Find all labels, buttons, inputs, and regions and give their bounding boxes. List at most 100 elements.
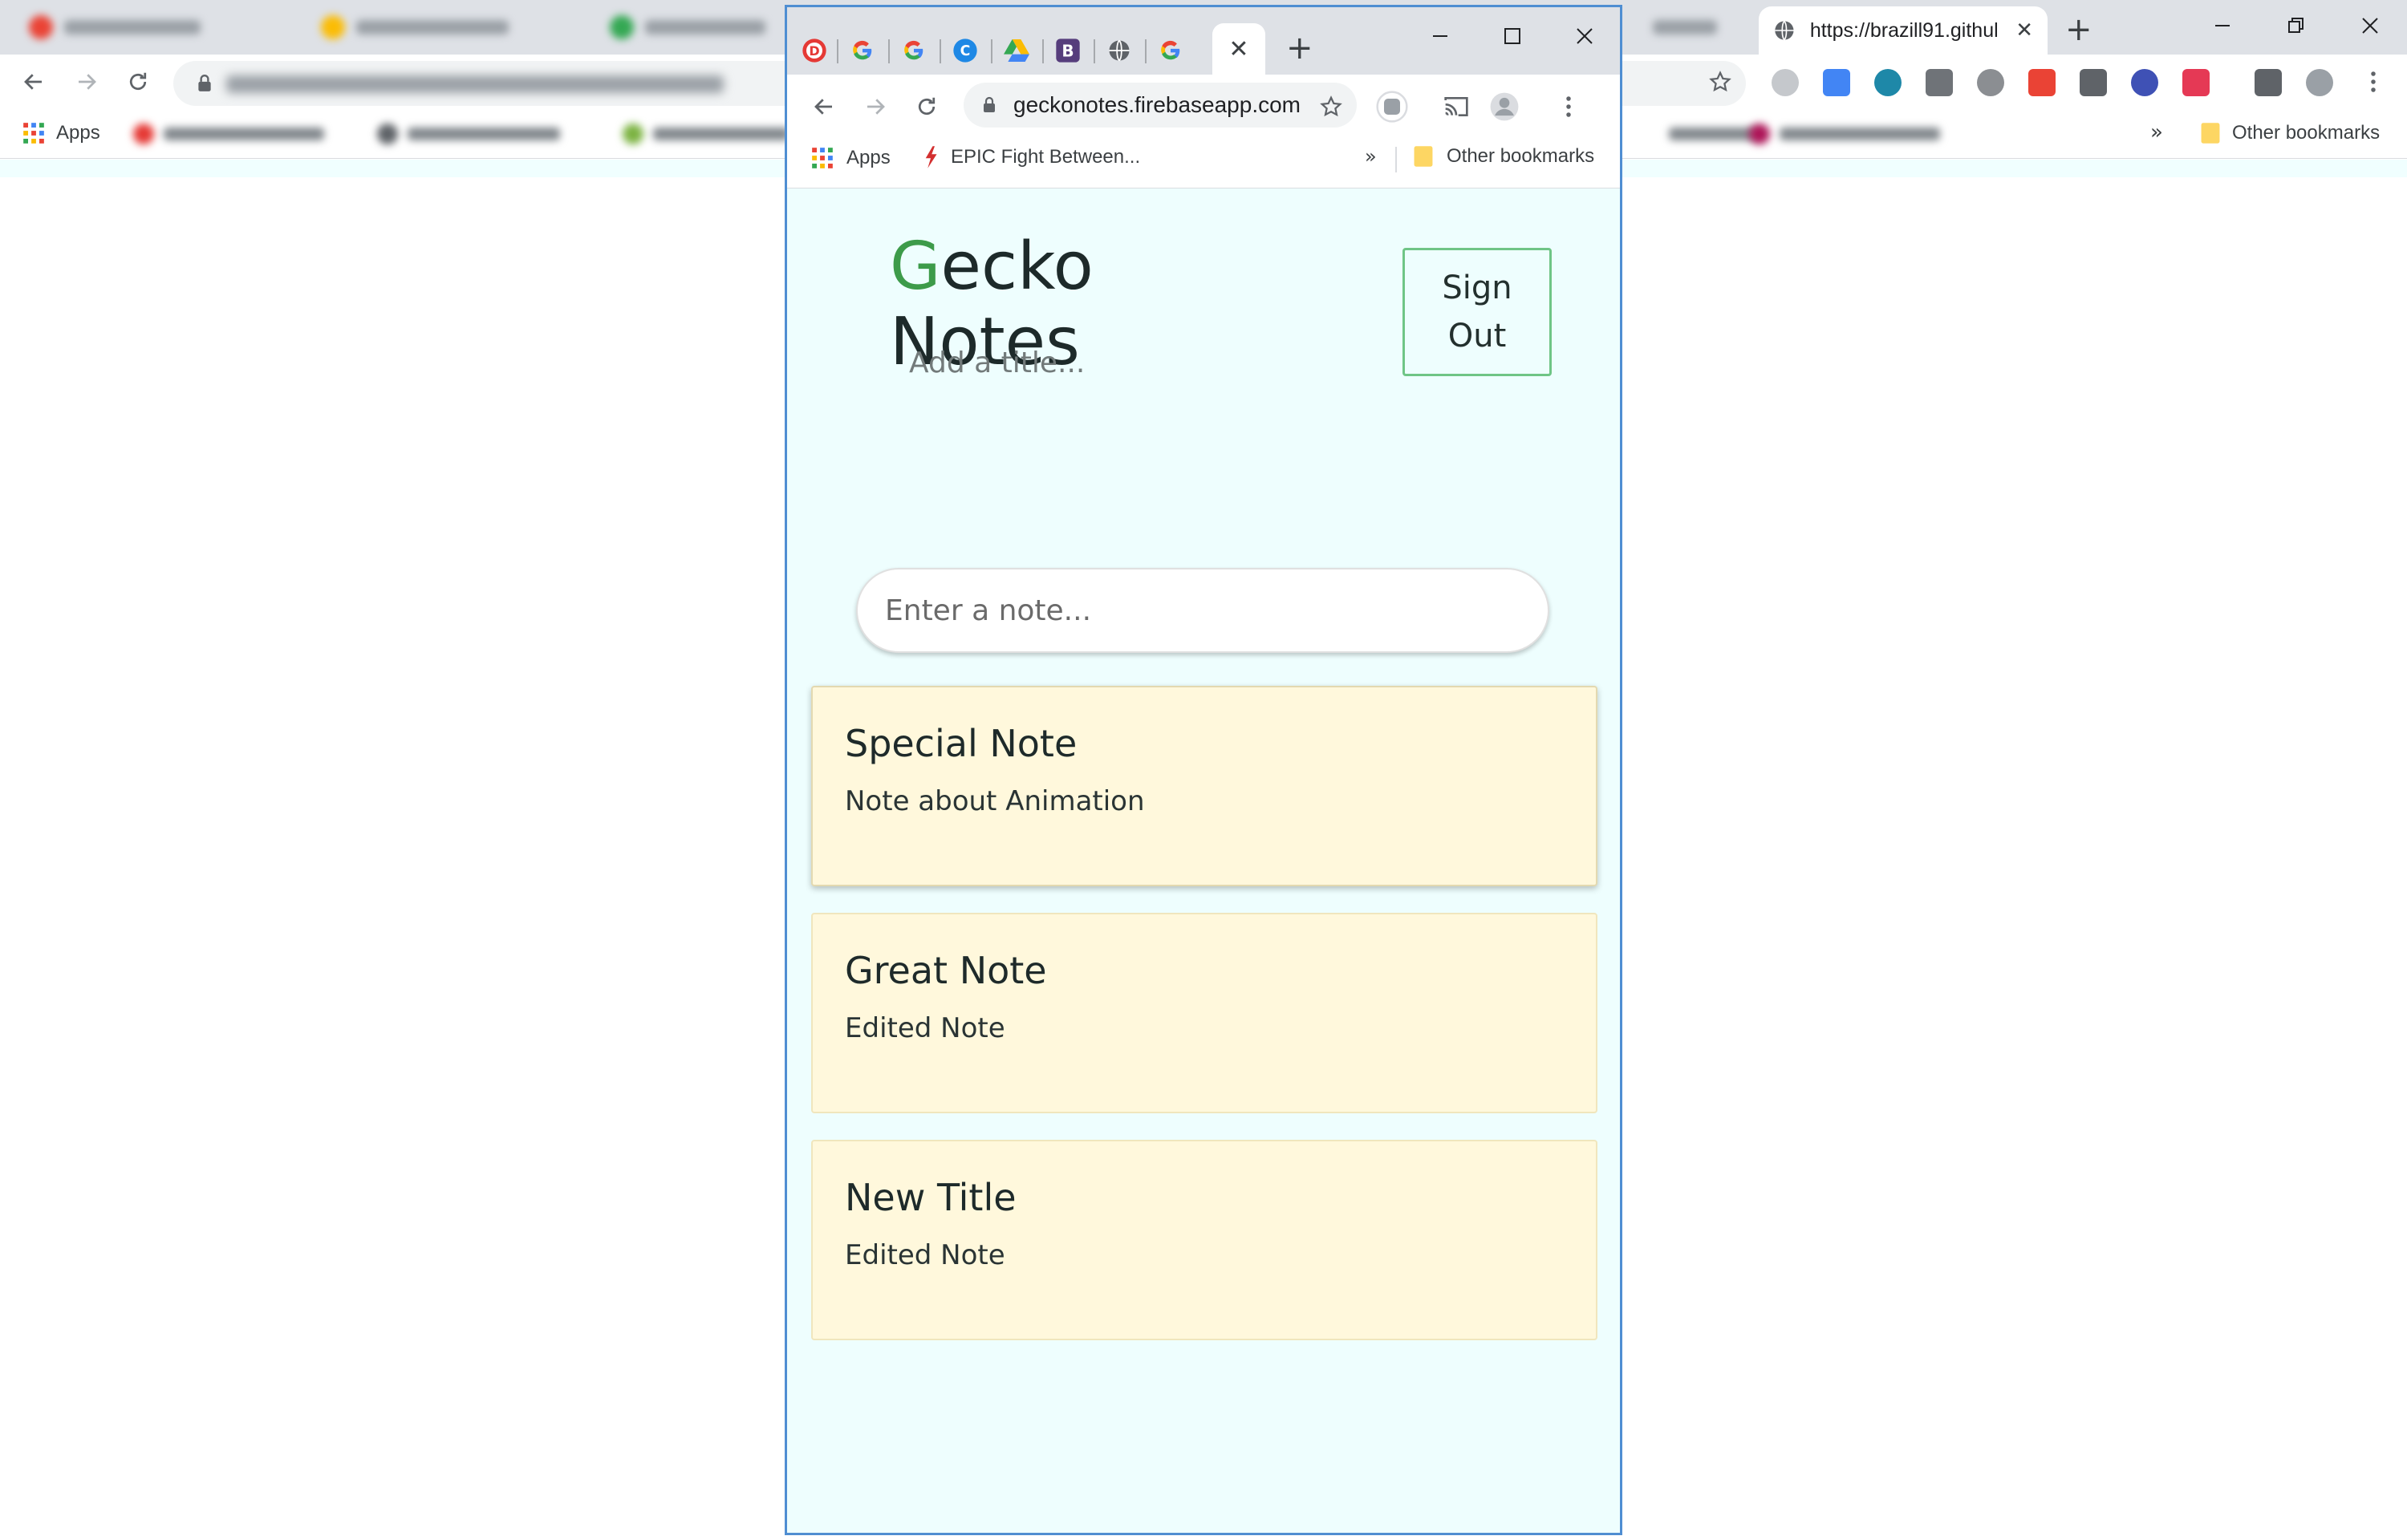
star-icon (1709, 71, 1731, 92)
tab-favicon-globe[interactable] (1102, 33, 1137, 68)
popup-address-bar[interactable]: geckonotes.firebaseapp.com (964, 83, 1357, 128)
bookmark-apps[interactable]: Apps (811, 147, 891, 169)
tab-favicon-c[interactable]: C (948, 33, 983, 68)
lightning-figure-icon (925, 146, 937, 168)
other-bookmarks-folder[interactable]: Other bookmarks (1413, 145, 1594, 168)
bookmark-blurred[interactable] (623, 124, 789, 144)
folder-icon (1414, 146, 1433, 167)
background-active-tab[interactable]: https://brazill91.githul ✕ (1759, 6, 2048, 55)
forward-button[interactable] (859, 91, 891, 123)
extension-icon[interactable] (2182, 69, 2210, 96)
extension-icon[interactable] (1874, 69, 1902, 96)
cast-icon[interactable] (2255, 69, 2282, 96)
bookmark-apps[interactable]: Apps (22, 122, 100, 144)
d-logo-icon: D (802, 38, 826, 63)
close-icon (1577, 28, 1593, 44)
cast-icon (1444, 97, 1468, 116)
bookmark-epic-fight[interactable]: EPIC Fight Between... (922, 145, 1140, 169)
note-body-input[interactable] (856, 568, 1549, 653)
bookmark-star-button[interactable] (1704, 66, 1736, 98)
reload-icon (129, 72, 147, 91)
popup-active-tab[interactable]: ✕ (1212, 23, 1265, 75)
extension-icon[interactable] (2028, 69, 2056, 96)
new-tab-button[interactable]: + (1286, 30, 1313, 67)
restore-button[interactable] (2272, 6, 2320, 45)
extension-icon[interactable] (1926, 69, 1953, 96)
kebab-menu-icon (2371, 71, 2376, 92)
forward-button[interactable] (71, 66, 103, 98)
bookmark-blurred[interactable] (133, 124, 324, 144)
maximize-button[interactable] (1488, 18, 1536, 54)
back-button[interactable] (18, 66, 50, 98)
background-tab-blurred[interactable] (1653, 10, 1741, 45)
profile-button[interactable] (1488, 91, 1520, 123)
lock-icon (198, 75, 211, 91)
google-drive-icon (1004, 39, 1029, 62)
other-bookmarks-label: Other bookmarks (2232, 122, 2381, 144)
globe-icon (1775, 20, 1794, 41)
apps-grid-icon (23, 123, 44, 144)
tab-favicon-google[interactable] (1153, 33, 1188, 68)
minimize-button[interactable] (1416, 18, 1464, 54)
minimize-button[interactable] (2198, 6, 2247, 45)
new-tab-button[interactable]: + (2065, 11, 2092, 48)
extension-icon[interactable] (1977, 69, 2004, 96)
extension-button[interactable] (1376, 91, 1408, 123)
tab-favicon-google[interactable] (896, 33, 932, 68)
cast-button[interactable] (1440, 91, 1472, 123)
tab-favicon-google[interactable] (845, 33, 880, 68)
reload-button[interactable] (122, 66, 154, 98)
blurred-url (226, 75, 724, 93)
bookmark-star-button[interactable] (1315, 91, 1347, 123)
bookmark-blurred[interactable] (1669, 124, 1757, 144)
bootstrap-b-icon: B (1056, 38, 1080, 63)
tab-favicon-d[interactable]: D (797, 33, 832, 68)
reload-button[interactable] (911, 91, 943, 123)
restore-icon (2288, 18, 2303, 33)
extension-icon[interactable] (2131, 69, 2158, 96)
extension-icon (1376, 91, 1408, 123)
close-window-button[interactable] (2346, 6, 2394, 45)
tab-favicon-drive[interactable] (999, 33, 1034, 68)
apps-grid-icon (812, 148, 833, 168)
background-tab-blurred[interactable] (29, 10, 270, 45)
bookmark-blurred[interactable] (377, 124, 560, 144)
kebab-menu-icon (1566, 96, 1571, 117)
other-bookmarks-folder[interactable]: Other bookmarks (2200, 122, 2380, 144)
more-bookmarks-button[interactable]: » (2150, 120, 2163, 144)
arrow-right-icon (867, 99, 885, 115)
popup-tab-strip: D C B ✕ + (787, 7, 1620, 75)
close-tab-icon[interactable]: ✕ (2015, 18, 2033, 43)
reload-icon (918, 97, 936, 116)
note-card[interactable]: Special Note Note about Animation (811, 686, 1597, 886)
note-card[interactable]: New Title Edited Note (811, 1140, 1597, 1340)
background-tab-blurred[interactable] (610, 10, 794, 45)
note-title-input[interactable] (861, 327, 1543, 398)
bookmark-epic-label: EPIC Fight Between... (951, 146, 1141, 168)
geckonotes-popup-window: D C B ✕ + geckonotes.firebaseapp.com App… (785, 5, 1622, 1535)
more-bookmarks-button[interactable]: » (1365, 145, 1377, 168)
extension-icon[interactable] (1772, 69, 1799, 96)
menu-button[interactable] (1553, 91, 1585, 123)
tab-favicon-bootstrap[interactable]: B (1050, 33, 1086, 68)
menu-button[interactable] (2357, 66, 2389, 98)
download-extension-icon[interactable] (2080, 69, 2107, 96)
logo-accent-letter: G (890, 229, 941, 305)
note-card[interactable]: Great Note Edited Note (811, 913, 1597, 1113)
maximize-icon (1504, 28, 1520, 44)
logo-text-line1: ecko (940, 229, 1094, 305)
arrow-left-icon (24, 74, 42, 90)
back-button[interactable] (808, 91, 840, 123)
c-logo-icon: C (953, 38, 977, 63)
close-window-button[interactable] (1561, 18, 1609, 54)
folder-icon (2201, 123, 2220, 144)
profile-avatar-icon[interactable] (2306, 69, 2333, 96)
svg-text:D: D (809, 43, 819, 59)
extension-icon[interactable] (1823, 69, 1850, 96)
minimize-icon (1433, 35, 1447, 37)
svg-text:C: C (960, 43, 971, 59)
background-tab-blurred[interactable] (321, 10, 562, 45)
close-tab-icon[interactable]: ✕ (1228, 35, 1248, 63)
bookmark-blurred[interactable] (1749, 124, 1940, 144)
note-body: Edited Note (845, 1012, 1005, 1044)
